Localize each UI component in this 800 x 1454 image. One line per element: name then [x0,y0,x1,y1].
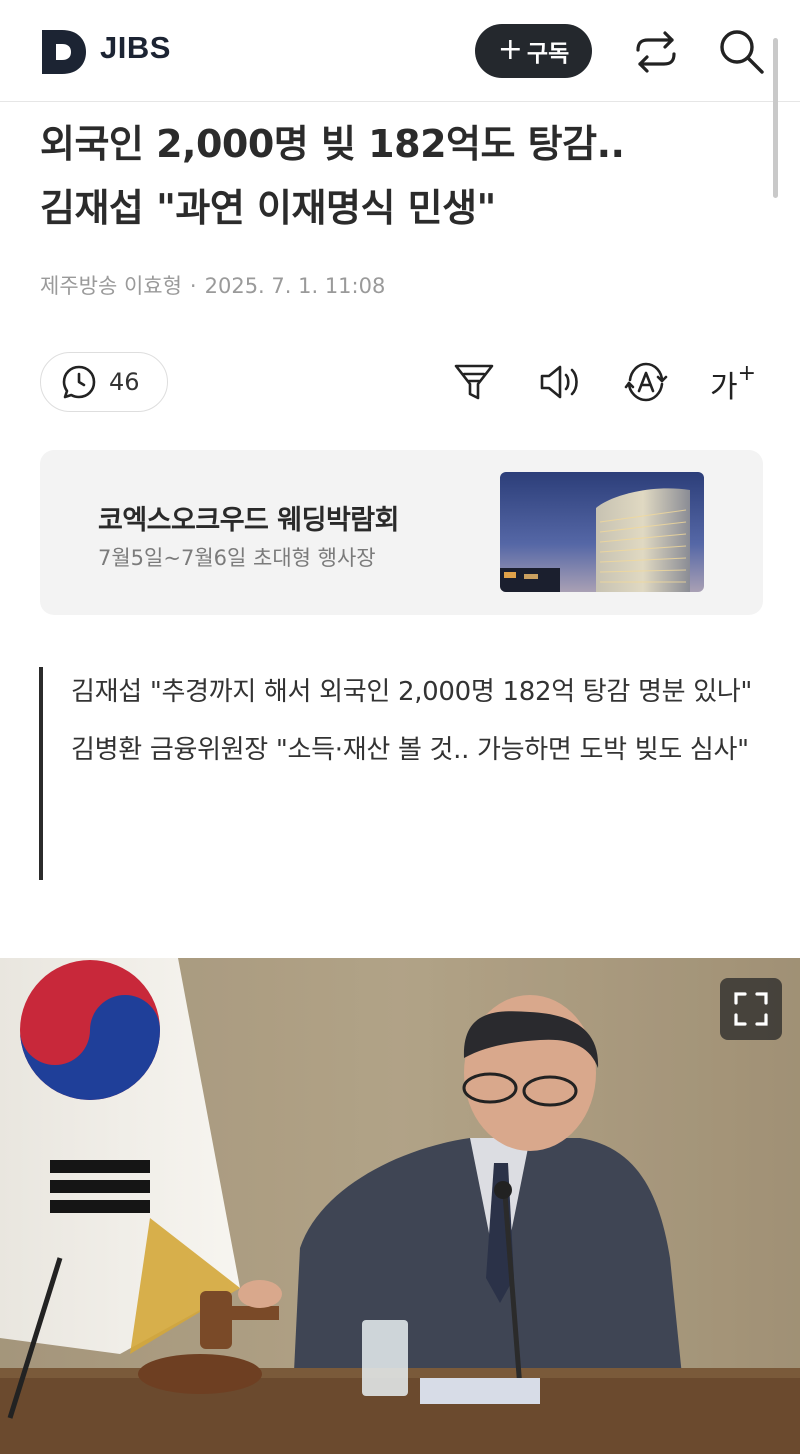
article-meta: 제주방송 이효형 · 2025. 7. 1. 11:08 [40,270,385,300]
summary-line-1: 김재섭 "추경까지 해서 외국인 2,000명 182억 탕감 명분 있나" [71,677,753,707]
comment-icon [62,365,96,399]
translate-icon[interactable] [624,360,668,404]
font-size-plus: + [737,361,757,386]
font-size-label: 가 [710,370,738,405]
speaker-icon[interactable] [538,360,582,404]
meta-separator: · [189,274,197,298]
share-icon[interactable] [632,28,680,76]
article-source[interactable]: 제주방송 이효형 [40,274,182,298]
comment-count: 46 [109,368,140,396]
brand-name[interactable]: JIBS [100,30,171,66]
search-icon[interactable] [716,26,766,76]
ad-card[interactable]: 코엑스오크우드 웨딩박람회 7월5일~7월6일 초대형 행사장 [40,450,763,615]
article-datetime: 2025. 7. 1. 11:08 [204,274,386,298]
article-summary: 김재섭 "추경까지 해서 외국인 2,000명 182억 탕감 명분 있나" 김… [39,667,769,880]
article-photo[interactable] [0,958,800,1454]
filter-icon[interactable] [452,360,496,404]
expand-button[interactable] [720,978,782,1040]
subscribe-label: 구독 [526,41,570,67]
font-size-icon[interactable]: 가+ [710,361,757,406]
plus-icon: + [497,31,523,67]
comment-button[interactable]: 46 [40,352,168,412]
ad-title: 코엑스오크우드 웨딩박람회 [98,505,399,536]
title-line-1: 외국인 2,000명 빚 182억도 탕감.. [40,122,625,166]
logo-d-icon[interactable] [40,28,88,76]
ad-hotel-image [500,472,704,592]
expand-icon [734,992,768,1026]
title-line-2: 김재섭 "과연 이재명식 민생" [40,186,496,230]
scrollbar[interactable] [773,38,778,198]
article-title: 외국인 2,000명 빚 182억도 탕감.. 김재섭 "과연 이재명식 민생" [40,112,760,240]
top-header: JIBS + 구독 [0,0,800,102]
subscribe-button[interactable]: + 구독 [475,24,592,78]
ad-subtitle: 7월5일~7월6일 초대형 행사장 [98,546,376,570]
summary-line-2: 김병환 금융위원장 "소득·재산 볼 것.. 가능하면 도박 빚도 심사" [71,735,749,765]
